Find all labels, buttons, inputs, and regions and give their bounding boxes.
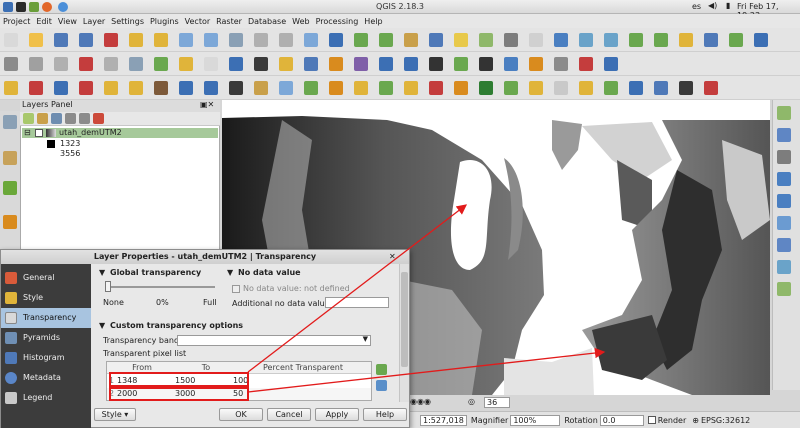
arrow-to-mountains — [247, 347, 606, 393]
annotation-arrows — [247, 204, 606, 393]
arrow-to-lake — [247, 204, 468, 373]
